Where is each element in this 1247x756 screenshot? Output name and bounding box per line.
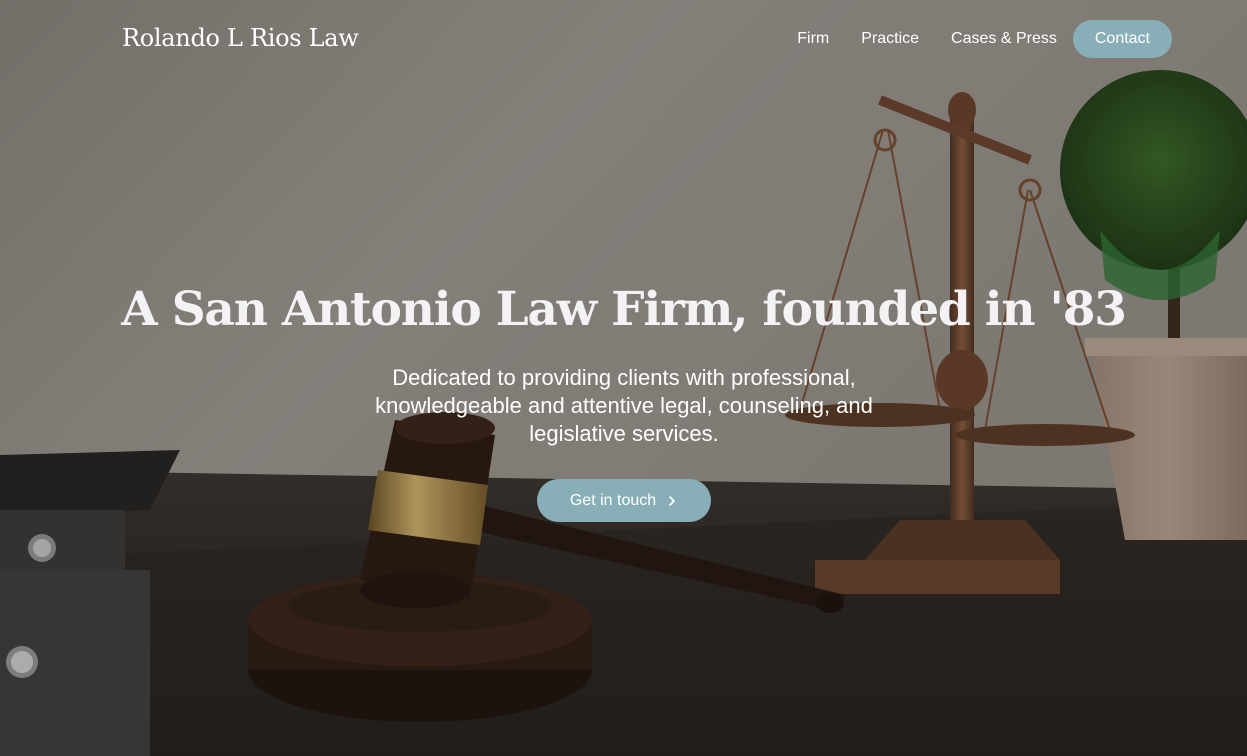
nav-contact-button[interactable]: Contact <box>1072 20 1172 58</box>
nav-item-firm[interactable]: Firm <box>781 20 845 58</box>
hero-headline: A San Antonio Law Firm, founded in '83 <box>121 282 1127 337</box>
nav-item-practice[interactable]: Practice <box>845 20 935 58</box>
get-in-touch-button[interactable]: Get in touch <box>537 479 711 522</box>
main-nav: Firm Practice Cases & Press Contact <box>781 20 1172 58</box>
hero-section: Rolando L Rios Law Firm Practice Cases &… <box>0 0 1247 756</box>
site-logo[interactable]: Rolando L Rios Law <box>122 24 359 52</box>
chevron-right-icon <box>669 495 675 506</box>
get-in-touch-label: Get in touch <box>569 491 657 509</box>
site-header: Rolando L Rios Law Firm Practice Cases &… <box>0 0 1247 78</box>
hero-subtext: Dedicated to providing clients with prof… <box>375 365 873 446</box>
nav-item-cases-press[interactable]: Cases & Press <box>935 20 1073 58</box>
